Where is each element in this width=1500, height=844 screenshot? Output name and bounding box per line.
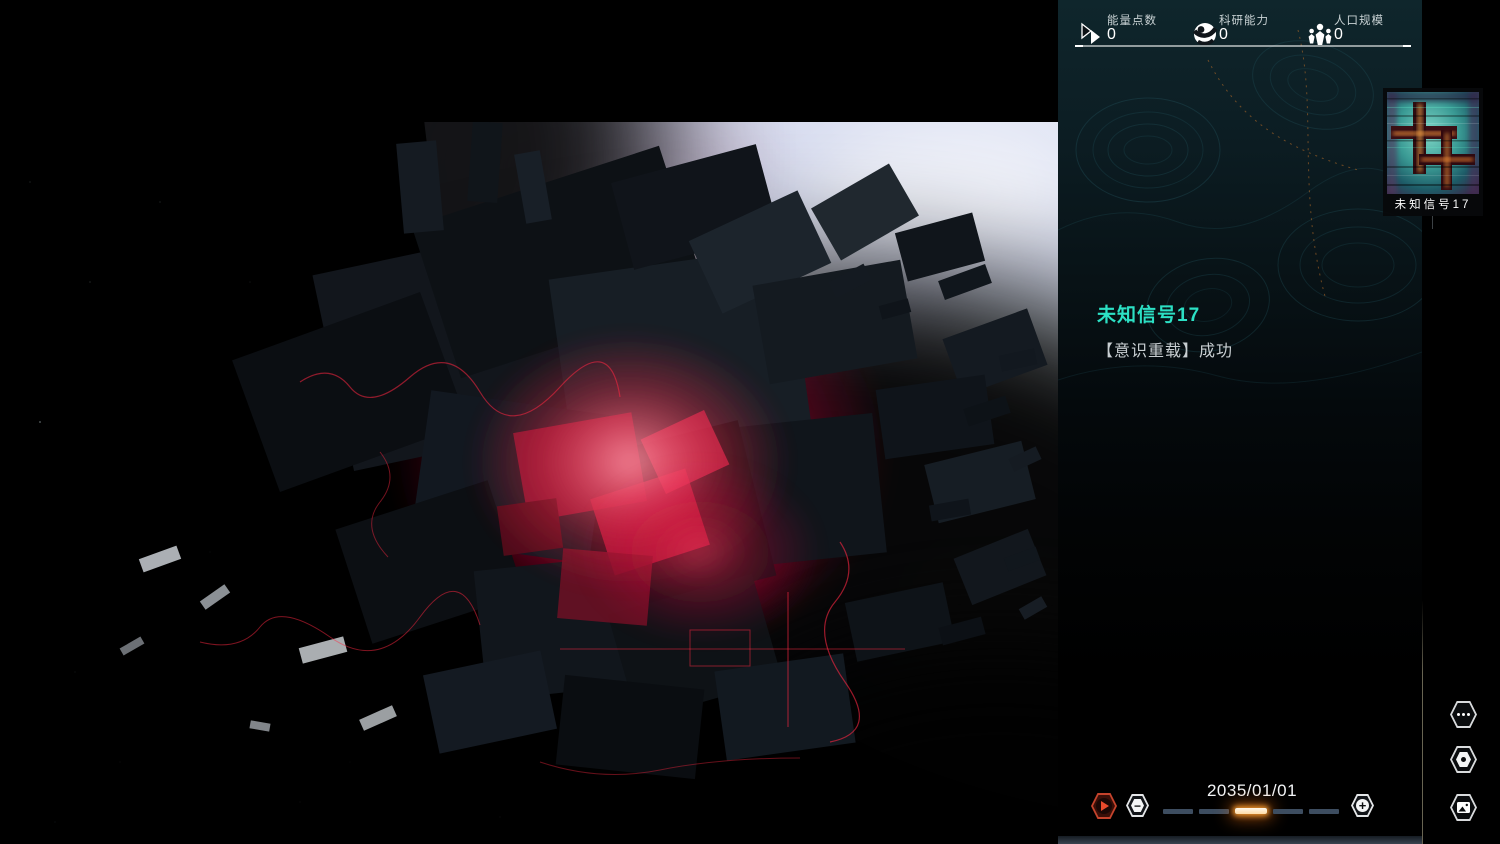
timeline-segment[interactable] (1163, 809, 1193, 814)
date-display: 2035/01/01 (1152, 781, 1352, 801)
population-icon (1307, 21, 1333, 47)
stat-research-value: 0 (1219, 26, 1228, 44)
sidebar-bottom-band (1058, 836, 1422, 844)
stat-energy-value: 0 (1107, 26, 1116, 44)
timeline-segment[interactable] (1273, 809, 1303, 814)
center-dot-icon (1461, 757, 1466, 762)
time-faster-button[interactable]: + (1351, 794, 1374, 817)
timeline-segment[interactable] (1235, 808, 1267, 814)
signal-card-label: 未知信号17 (1383, 196, 1483, 212)
ellipsis-icon (1457, 713, 1470, 716)
event-subtitle: 【意识重载】成功 (1097, 337, 1233, 361)
timeline-segment[interactable] (1199, 809, 1229, 814)
signal-card[interactable]: 未知信号17 (1383, 88, 1483, 216)
time-play-button[interactable] (1091, 793, 1117, 819)
energy-icon (1080, 21, 1102, 47)
signal-thumbnail (1387, 92, 1479, 194)
strip-divider (1422, 600, 1423, 844)
hud-sidebar: 能量点数 0 科研能力 0 人口规模 0 未知信号17 【意识重载】成功 (1058, 0, 1422, 844)
plus-icon: + (1351, 794, 1374, 817)
scene-viewport (0, 0, 1058, 844)
stat-population-value: 0 (1334, 26, 1343, 44)
center-view-button[interactable] (1450, 746, 1477, 773)
stats-underline (1075, 45, 1411, 47)
photo-mode-button[interactable] (1450, 794, 1477, 821)
menu-ellipsis-button[interactable] (1450, 701, 1477, 728)
timeline-segment[interactable] (1309, 809, 1339, 814)
image-icon (1457, 802, 1470, 813)
minus-icon: − (1126, 794, 1149, 817)
event-title: 未知信号17 (1097, 300, 1200, 327)
time-slower-button[interactable]: − (1126, 794, 1149, 817)
research-icon (1192, 21, 1218, 47)
scene-illustration (0, 122, 1058, 844)
play-icon (1101, 801, 1109, 811)
timeline-segments (1163, 807, 1343, 815)
signal-card-connector (1432, 216, 1433, 229)
